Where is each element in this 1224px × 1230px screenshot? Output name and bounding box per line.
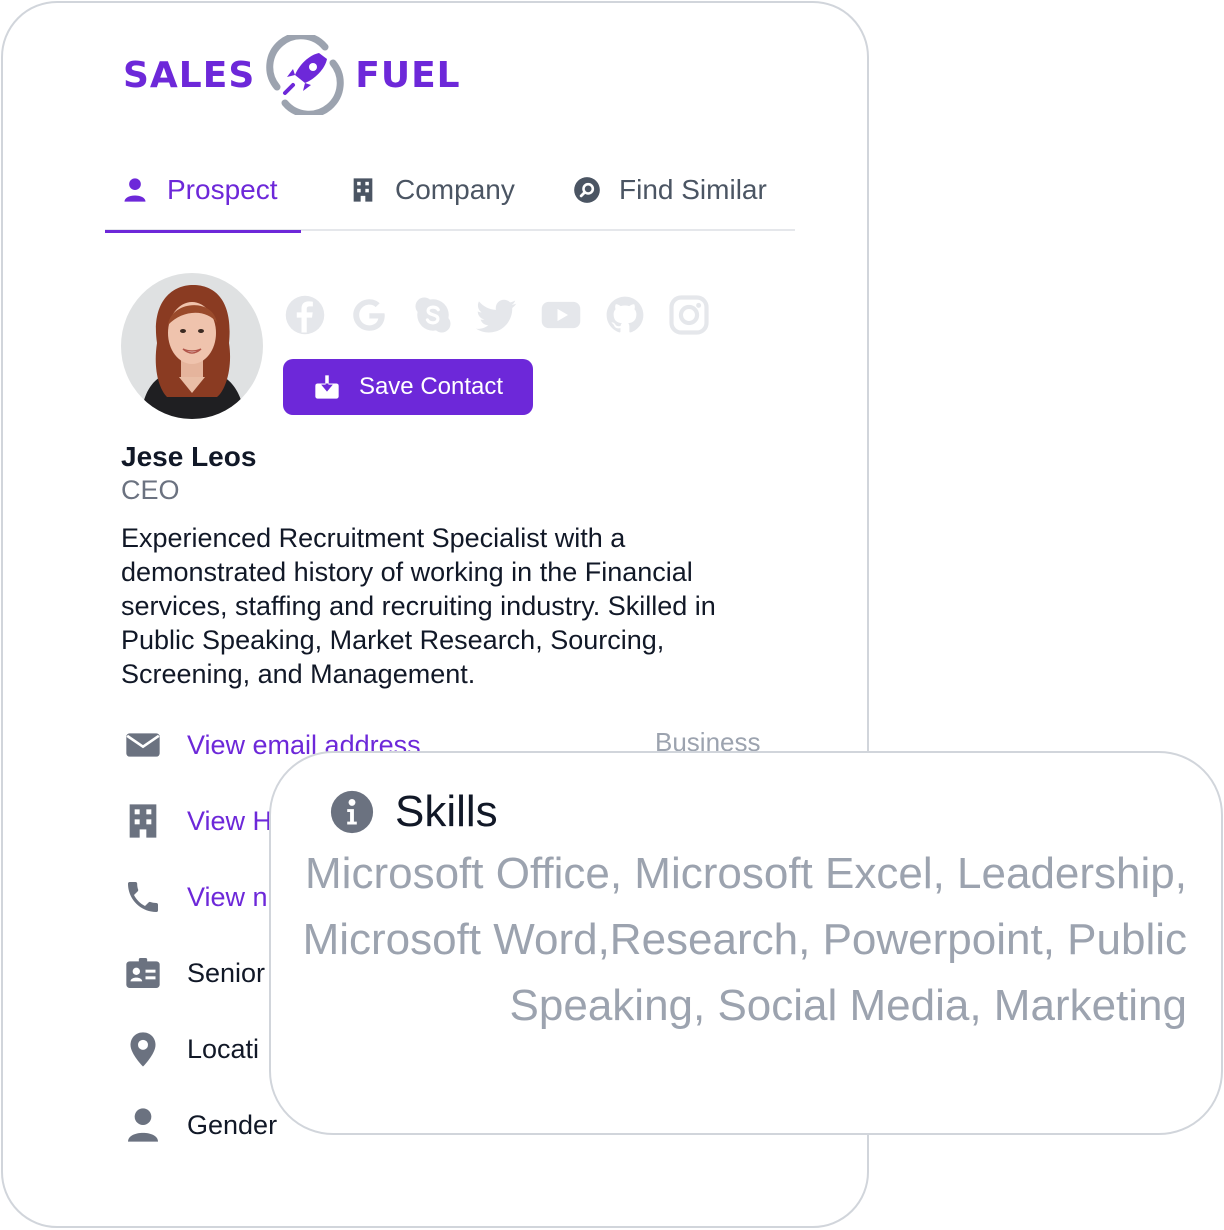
tab-bar: Prospect Company Find Similar: [105, 149, 795, 233]
avatar-photo: [121, 273, 263, 419]
user-icon: [128, 1108, 158, 1142]
save-contact-button[interactable]: Save Contact: [283, 359, 533, 415]
rocket-icon: [266, 35, 344, 115]
info-icon: [330, 790, 374, 834]
tab-company[interactable]: Company: [349, 149, 515, 231]
view-company-link[interactable]: View H: [187, 806, 272, 837]
phone-row: View n: [123, 875, 268, 919]
skills-title: Skills: [395, 787, 498, 836]
skills-header: Skills: [329, 787, 498, 837]
gender-label: Gender: [187, 1109, 278, 1140]
search-circle-icon: [574, 177, 600, 203]
tab-prospect-label: Prospect: [167, 174, 278, 205]
github-icon[interactable]: [604, 294, 646, 336]
tab-find-similar-label: Find Similar: [619, 174, 767, 205]
social-icons: [284, 294, 732, 336]
avatar: [121, 273, 263, 419]
view-phone-link[interactable]: View n: [187, 882, 268, 913]
tab-find-similar[interactable]: Find Similar: [573, 149, 767, 231]
prospect-bio: Experienced Recruitment Specialist with …: [121, 523, 716, 689]
sales-fuel-logo: SALES FUEL: [123, 35, 461, 115]
building-icon: [129, 804, 157, 838]
gender-row: Gender: [123, 1103, 277, 1147]
twitter-icon[interactable]: [476, 294, 518, 336]
stage: SALES FUEL Prospect Company Find Similar…: [0, 0, 1224, 1230]
logo-word-left: SALES: [123, 54, 256, 96]
skills-list: Microsoft Office, Microsoft Excel, Leade…: [302, 849, 1187, 1030]
id-card-icon: [126, 958, 160, 988]
map-pin-icon: [130, 1032, 156, 1067]
logo-word-right: FUEL: [355, 54, 461, 96]
company-row: View H: [123, 799, 272, 843]
prospect-title: CEO: [121, 475, 180, 505]
seniority-row: Senior: [123, 951, 265, 995]
location-row: Locati: [123, 1027, 259, 1071]
tab-company-label: Company: [395, 174, 515, 205]
seniority-label: Senior: [187, 957, 266, 988]
skills-card: Skills Microsoft Office, Microsoft Excel…: [269, 751, 1223, 1135]
mail-icon: [126, 733, 160, 757]
google-icon[interactable]: [348, 294, 390, 336]
youtube-icon[interactable]: [540, 294, 582, 336]
phone-icon: [128, 882, 158, 912]
user-icon: [124, 178, 146, 202]
tab-prospect[interactable]: Prospect: [105, 149, 301, 233]
prospect-name: Jese Leos: [121, 441, 257, 472]
save-contact-label: Save Contact: [358, 373, 504, 400]
facebook-icon[interactable]: [284, 294, 326, 336]
location-label: Locati: [187, 1033, 260, 1064]
instagram-icon[interactable]: [668, 294, 710, 336]
download-icon: [315, 375, 339, 399]
skype-icon[interactable]: [412, 294, 454, 336]
building-icon: [353, 178, 373, 202]
